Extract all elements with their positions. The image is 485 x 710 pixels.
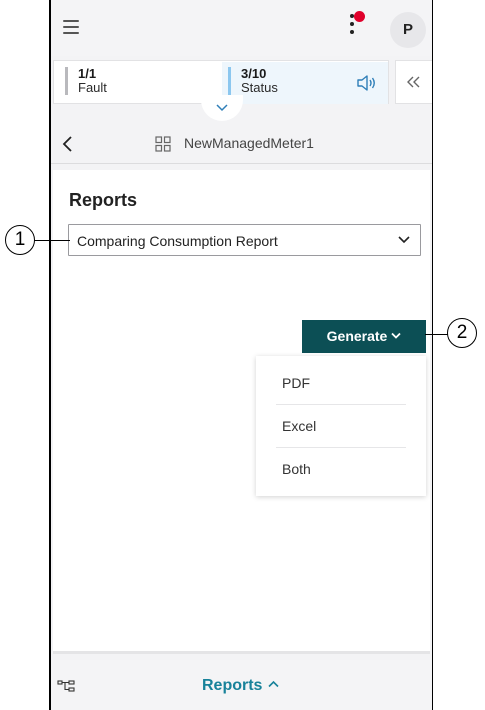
avatar[interactable]: P bbox=[390, 12, 426, 48]
menu-item-pdf[interactable]: PDF bbox=[256, 361, 426, 404]
bottom-nav-label: Reports bbox=[202, 677, 263, 694]
frame-border-right bbox=[432, 0, 433, 710]
callout-2: 2 bbox=[447, 318, 477, 348]
menu-item-label: PDF bbox=[282, 375, 310, 391]
status-indicator[interactable]: 3/10 Status bbox=[228, 67, 278, 95]
bottom-nav: Reports bbox=[51, 660, 432, 710]
status-count: 3/10 bbox=[241, 66, 267, 81]
callout-line-1 bbox=[34, 240, 70, 241]
status-label: Status bbox=[241, 80, 278, 95]
fault-count: 1/1 bbox=[78, 66, 97, 81]
fault-indicator[interactable]: 1/1 Fault bbox=[65, 67, 107, 95]
top-bar: P bbox=[51, 0, 432, 56]
tree-icon[interactable] bbox=[57, 680, 75, 692]
breadcrumb: NewManagedMeter1 bbox=[51, 124, 432, 164]
menu-item-label: Excel bbox=[282, 418, 317, 434]
speaker-icon[interactable] bbox=[356, 74, 378, 92]
app-screen: P 1/1 Fault 3/10 Status NewManagedMeter1… bbox=[51, 0, 432, 710]
page-title: Reports bbox=[69, 190, 138, 210]
report-type-select[interactable]: Comparing Consumption Report bbox=[68, 224, 421, 256]
bottom-nav-reports[interactable]: Reports bbox=[202, 677, 280, 695]
chevron-down-icon bbox=[398, 236, 410, 244]
callout-1: 1 bbox=[5, 225, 35, 255]
menu-item-excel[interactable]: Excel bbox=[256, 404, 426, 447]
grid-icon bbox=[155, 136, 171, 152]
generate-label: Generate bbox=[326, 328, 388, 344]
menu-item-both[interactable]: Both bbox=[256, 447, 426, 490]
chevron-down-icon bbox=[391, 332, 401, 339]
reports-card: Reports Comparing Consumption Report Gen… bbox=[53, 170, 430, 654]
generate-menu: PDF Excel Both bbox=[256, 356, 426, 496]
callout-line-2 bbox=[425, 334, 449, 335]
device-title: NewManagedMeter1 bbox=[184, 135, 314, 151]
double-chevron-left-icon[interactable] bbox=[395, 60, 432, 104]
fault-label: Fault bbox=[78, 80, 107, 95]
hamburger-icon[interactable] bbox=[63, 20, 79, 34]
chevron-left-icon[interactable] bbox=[61, 135, 75, 153]
report-type-value: Comparing Consumption Report bbox=[77, 233, 278, 249]
generate-button[interactable]: Generate bbox=[302, 320, 426, 353]
chevron-down-icon[interactable] bbox=[201, 95, 243, 121]
notification-badge bbox=[354, 11, 365, 22]
chevron-up-icon bbox=[268, 680, 280, 688]
menu-item-label: Both bbox=[282, 461, 311, 477]
